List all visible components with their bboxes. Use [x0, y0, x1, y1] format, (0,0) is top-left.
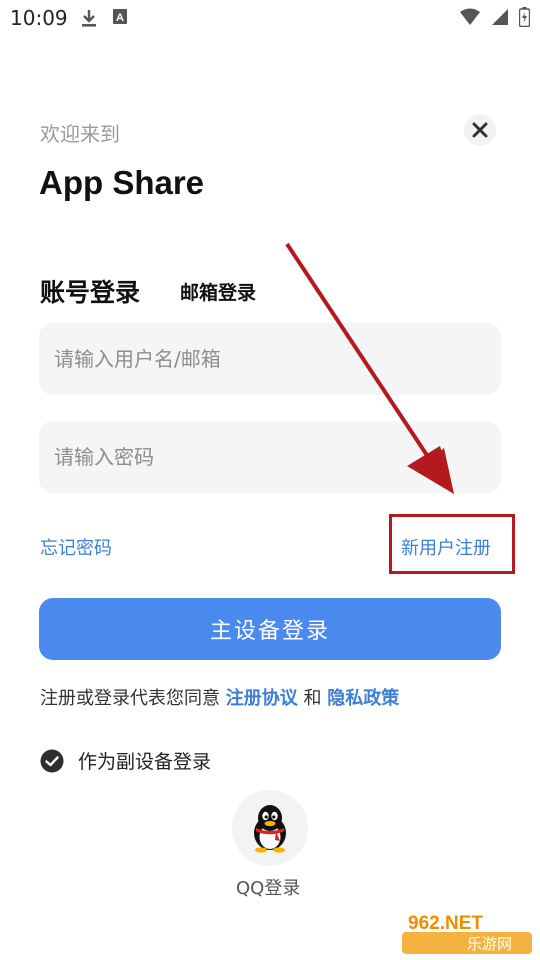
svg-text:A: A: [116, 12, 124, 24]
terms-link[interactable]: 注册协议: [226, 688, 298, 709]
agreement-prefix: 注册或登录代表您同意: [40, 688, 220, 709]
register-link[interactable]: 新用户注册: [401, 534, 491, 560]
status-time: 10:09: [10, 6, 68, 30]
watermark-bottom-text: 乐游网: [467, 935, 512, 953]
qq-penguin-icon: [254, 805, 286, 853]
forgot-password-link[interactable]: 忘记密码: [40, 534, 112, 560]
agreement-and: 和: [303, 688, 322, 709]
username-input[interactable]: [39, 323, 501, 395]
signal-icon: [492, 9, 508, 25]
welcome-text: 欢迎来到: [40, 122, 120, 146]
qq-login-button[interactable]: [232, 790, 308, 866]
qq-login-label: QQ登录: [236, 878, 301, 899]
tab-account-login[interactable]: 账号登录: [40, 273, 140, 309]
font-a-icon: A: [113, 9, 127, 24]
wifi-icon: [460, 8, 480, 25]
download-icon: [82, 10, 96, 27]
tab-email-login[interactable]: 邮箱登录: [180, 278, 256, 305]
secondary-device-label: 作为副设备登录: [78, 751, 212, 773]
close-icon: [472, 122, 488, 138]
battery-icon: [519, 7, 530, 27]
primary-login-button[interactable]: 主设备登录: [39, 598, 501, 660]
password-input[interactable]: [39, 421, 501, 493]
status-bar: 10:09 A: [0, 0, 540, 38]
site-watermark-logo: 962.NET 乐游网: [402, 913, 532, 954]
agreement-text: 注册或登录代表您同意 注册协议 和 隐私政策: [40, 684, 399, 710]
close-button[interactable]: [464, 114, 496, 146]
check-circle-icon[interactable]: [40, 749, 64, 773]
watermark-top-text: 962.NET: [408, 913, 483, 934]
secondary-device-option[interactable]: 作为副设备登录: [40, 747, 211, 774]
app-title: App Share: [39, 164, 205, 201]
privacy-link[interactable]: 隐私政策: [327, 688, 399, 709]
